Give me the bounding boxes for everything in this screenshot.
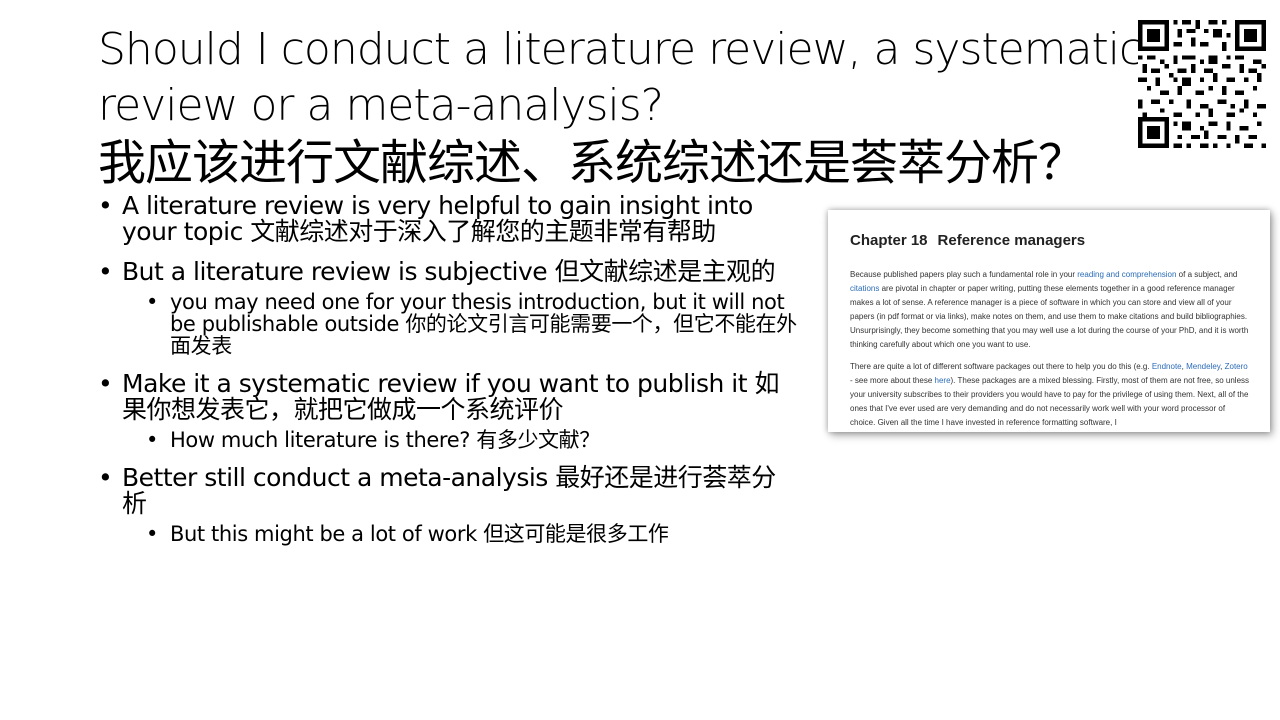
- p1-text-a: Because published papers play such a fun…: [850, 270, 1078, 279]
- paragraph-2: There are quite a lot of different softw…: [850, 360, 1250, 430]
- p2-text-a: There are quite a lot of different softw…: [850, 362, 1152, 371]
- sub-bullet-thesis: you may need one for your thesis introdu…: [146, 291, 798, 357]
- bullet-literature-review: A literature review is very helpful to g…: [98, 193, 798, 245]
- link-here[interactable]: here: [935, 376, 951, 385]
- bullet-list: A literature review is very helpful to g…: [98, 193, 798, 557]
- chapter-title: Reference managers: [937, 232, 1086, 249]
- chapter-heading: Chapter 18 Reference managers: [850, 232, 1085, 249]
- link-citations[interactable]: citations: [850, 284, 879, 293]
- p2-text-b: - see more about these: [850, 376, 935, 385]
- title-line-2: review or a meta-analysis?: [98, 80, 664, 131]
- link-endnote[interactable]: Endnote: [1152, 362, 1182, 371]
- p1-text-b: of a subject, and: [1176, 270, 1238, 279]
- book-page-screenshot: Chapter 18 Reference managers Because pub…: [828, 210, 1270, 432]
- link-reading-comprehension[interactable]: reading and comprehension: [1077, 270, 1176, 279]
- p1-text-c: are pivotal in chapter or paper writing,…: [850, 284, 1249, 349]
- chapter-number: Chapter 18: [850, 232, 928, 249]
- link-zotero[interactable]: Zotero: [1225, 362, 1248, 371]
- sub-bullet-how-much: How much literature is there? 有多少文献？: [146, 429, 798, 451]
- link-mendeley[interactable]: Mendeley: [1186, 362, 1220, 371]
- qr-code-icon: [1138, 20, 1266, 148]
- bullet-meta-analysis: Better still conduct a meta-analysis 最好还…: [98, 465, 798, 517]
- title-line-1: Should I conduct a literature review, a …: [98, 24, 1143, 75]
- slide-title: Should I conduct a literature review, a …: [98, 22, 1198, 192]
- title-line-3: 我应该进行文献综述、系统综述还是荟萃分析？: [98, 135, 1086, 191]
- paragraph-1: Because published papers play such a fun…: [850, 268, 1250, 352]
- bullet-systematic-review: Make it a systematic review if you want …: [98, 371, 798, 423]
- slide: Should I conduct a literature review, a …: [0, 0, 1280, 720]
- sub-bullet-lot-of-work: But this might be a lot of work 但这可能是很多工…: [146, 523, 798, 545]
- bullet-subjective: But a literature review is subjective 但文…: [98, 259, 798, 286]
